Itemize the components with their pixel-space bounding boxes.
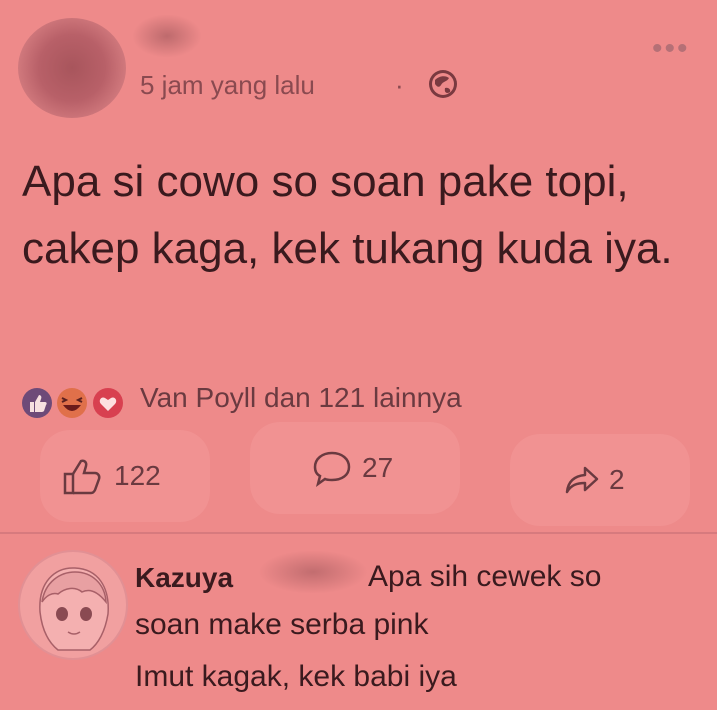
love-icon: [93, 388, 123, 418]
share-button[interactable]: 2: [510, 434, 690, 526]
commenter-avatar[interactable]: [18, 550, 128, 660]
timestamp-separator: ·: [395, 70, 404, 100]
haha-icon: [57, 388, 87, 418]
anime-girl-avatar-icon: [39, 567, 109, 651]
commenter-name-redacted: [258, 550, 368, 594]
author-name-redacted: [132, 14, 202, 58]
comment-text-line: soan make serba pink: [135, 608, 429, 641]
like-icon: [22, 388, 52, 418]
commenter-name[interactable]: Kazuya: [135, 562, 233, 594]
post-header: 5 jam yang lalu · •••: [0, 0, 717, 120]
like-count: 122: [114, 460, 161, 491]
like-button[interactable]: 122: [40, 430, 210, 522]
share-count: 2: [609, 464, 625, 495]
share-arrow-icon: [565, 466, 599, 494]
comment-text-line: Apa sih cewek so: [368, 560, 602, 593]
reaction-icons: [22, 388, 123, 418]
more-options-icon[interactable]: •••: [652, 32, 690, 66]
reaction-summary-text[interactable]: Van Poyll dan 121 lainnya: [140, 382, 462, 414]
divider: [0, 532, 717, 534]
author-avatar[interactable]: [18, 18, 126, 118]
comment-count: 27: [362, 452, 394, 483]
post-timestamp[interactable]: 5 jam yang lalu: [140, 70, 315, 101]
comment-button[interactable]: 27: [250, 422, 460, 514]
globe-icon: [429, 70, 457, 98]
comment-text-line: Imut kagak, kek babi iya: [135, 660, 457, 693]
post-body-text: Apa si cowo so soan pake topi, cakep kag…: [22, 157, 673, 273]
action-bar: 122 27 2: [0, 422, 717, 526]
thumbs-up-icon: [63, 459, 101, 495]
speech-bubble-icon: [313, 451, 351, 487]
